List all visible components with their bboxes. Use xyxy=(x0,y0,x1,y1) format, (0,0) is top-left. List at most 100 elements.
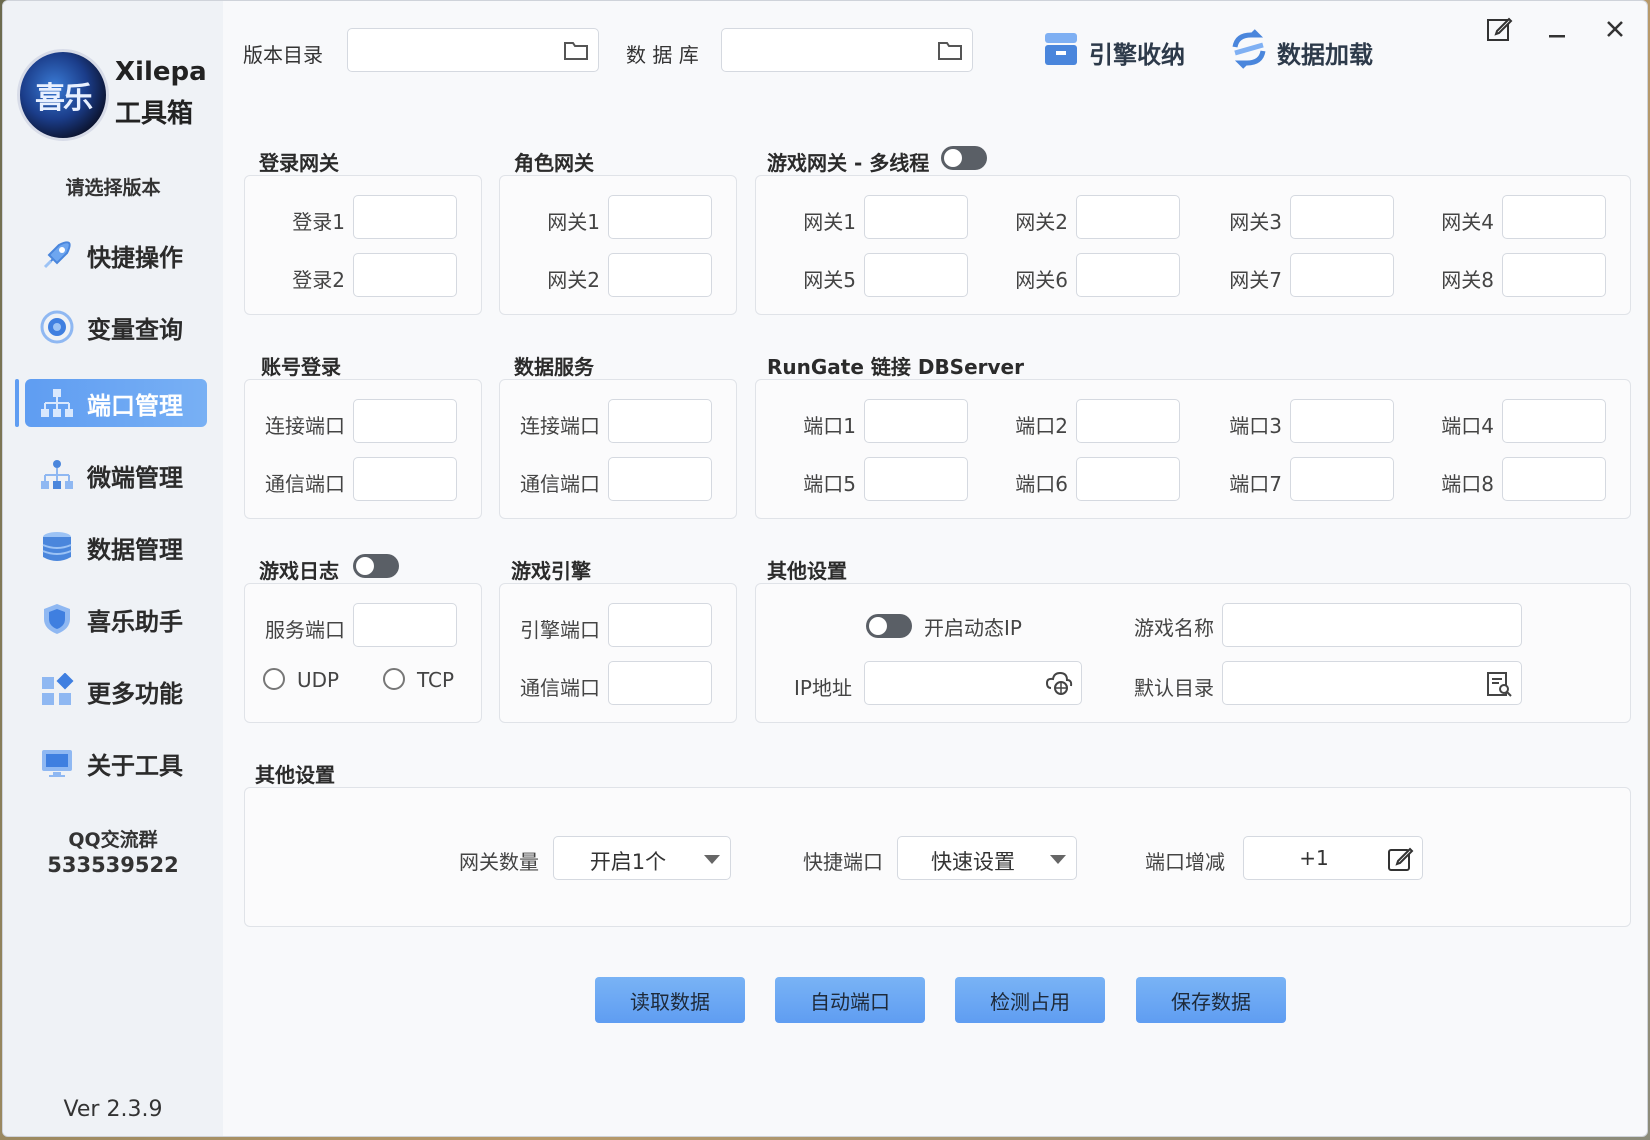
data-service-panel: 连接端口 通信端口 xyxy=(499,379,737,519)
game-gateway-input-1[interactable] xyxy=(864,195,968,239)
auto-port-button[interactable]: 自动端口 xyxy=(775,977,925,1023)
tcp-radio[interactable] xyxy=(383,668,405,690)
rungate-port-input-3[interactable] xyxy=(1290,399,1394,443)
login2-input[interactable] xyxy=(353,253,457,297)
game-gateway-input-2[interactable] xyxy=(1076,195,1180,239)
game-gateway-input-4[interactable] xyxy=(1502,195,1606,239)
cloud-globe-icon[interactable] xyxy=(1045,670,1073,696)
sidebar-item-label: 关于工具 xyxy=(87,751,183,780)
close-icon[interactable] xyxy=(1597,11,1633,47)
game-log-title: 游戏日志 xyxy=(259,559,339,583)
game-engine-title: 游戏引擎 xyxy=(511,559,591,583)
sidebar-item-quick-ops[interactable]: 快捷操作 xyxy=(25,231,207,279)
rungate-port-input-8[interactable] xyxy=(1502,457,1606,501)
engine-port-label: 引擎端口 xyxy=(520,618,600,642)
rungate-port-input-7[interactable] xyxy=(1290,457,1394,501)
acct-connect-port-input[interactable] xyxy=(353,399,457,443)
login1-input[interactable] xyxy=(353,195,457,239)
engine-store-button[interactable]: 引擎收纳 xyxy=(1041,29,1185,75)
udp-radio[interactable] xyxy=(263,668,285,690)
edit-icon[interactable] xyxy=(1481,11,1517,47)
service-port-label: 服务端口 xyxy=(265,618,345,642)
service-port-input[interactable] xyxy=(353,603,457,647)
shield-icon xyxy=(37,599,77,639)
login2-label: 登录2 xyxy=(292,268,345,292)
login1-label: 登录1 xyxy=(292,210,345,234)
sidebar-item-label: 微端管理 xyxy=(87,463,183,492)
sidebar-item-data-management[interactable]: 数据管理 xyxy=(25,523,207,571)
ds-comm-port-label: 通信端口 xyxy=(520,472,600,496)
network-icon xyxy=(37,383,77,423)
game-gateway-input-6[interactable] xyxy=(1076,253,1180,297)
app-logo: 喜乐 xyxy=(17,49,109,141)
refresh-icon xyxy=(1229,29,1269,75)
monitor-icon xyxy=(37,743,77,783)
game-gateway-input-8[interactable] xyxy=(1502,253,1606,297)
read-data-button[interactable]: 读取数据 xyxy=(595,977,745,1023)
database-input[interactable] xyxy=(721,28,973,72)
game-gateway-label-5: 网关5 xyxy=(803,268,856,292)
sidebar-item-more-features[interactable]: 更多功能 xyxy=(25,667,207,715)
role-gw2-input[interactable] xyxy=(608,253,712,297)
multithread-toggle[interactable] xyxy=(941,146,987,170)
version-selector[interactable]: 请选择版本 xyxy=(3,173,223,200)
sidebar-item-assistant[interactable]: 喜乐助手 xyxy=(25,595,207,643)
ds-connect-port-input[interactable] xyxy=(608,399,712,443)
sidebar-item-port-management[interactable]: 端口管理 xyxy=(25,379,207,427)
sidebar-item-variable-query[interactable]: 变量查询 xyxy=(25,303,207,351)
sidebar: 喜乐 Xilepa 工具箱 请选择版本 快捷操作 变量查询 端口管理 微端管理 … xyxy=(3,1,223,1136)
apps-icon xyxy=(37,671,77,711)
engine-port-input[interactable] xyxy=(608,603,712,647)
quick-port-select[interactable]: 快速设置 xyxy=(897,836,1077,880)
active-indicator xyxy=(15,379,19,427)
default-dir-input[interactable] xyxy=(1222,661,1522,705)
check-usage-button[interactable]: 检测占用 xyxy=(955,977,1105,1023)
other-settings2-panel: 网关数量 开启1个 快捷端口 快速设置 端口增减 +1 xyxy=(244,787,1631,927)
version-dir-input[interactable] xyxy=(347,28,599,72)
gateway-count-select[interactable]: 开启1个 xyxy=(553,836,731,880)
port-step-label: 端口增减 xyxy=(1145,850,1225,874)
game-name-input[interactable] xyxy=(1222,603,1522,647)
engine-store-label: 引擎收纳 xyxy=(1089,40,1185,69)
other-settings-title: 其他设置 xyxy=(767,559,847,583)
database-label: 数 据 库 xyxy=(626,43,699,67)
engine-comm-port-input[interactable] xyxy=(608,661,712,705)
brand-subtitle: 工具箱 xyxy=(115,99,194,129)
dynamic-ip-toggle[interactable] xyxy=(866,614,912,638)
udp-label: UDP xyxy=(297,668,340,692)
game-gateway-input-3[interactable] xyxy=(1290,195,1394,239)
other-settings2-title: 其他设置 xyxy=(255,763,335,787)
data-service-title: 数据服务 xyxy=(514,355,594,379)
account-login-panel: 连接端口 通信端口 xyxy=(244,379,482,519)
rungate-port-input-1[interactable] xyxy=(864,399,968,443)
qq-group-label: QQ交流群 xyxy=(68,829,158,851)
sidebar-item-micro-client[interactable]: 微端管理 xyxy=(25,451,207,499)
quick-port-label: 快捷端口 xyxy=(803,850,883,874)
document-search-icon[interactable] xyxy=(1485,670,1513,697)
rungate-port-input-6[interactable] xyxy=(1076,457,1180,501)
account-login-title: 账号登录 xyxy=(261,355,341,379)
data-load-button[interactable]: 数据加载 xyxy=(1229,29,1373,75)
sidebar-item-about[interactable]: 关于工具 xyxy=(25,739,207,787)
ds-comm-port-input[interactable] xyxy=(608,457,712,501)
role-gateway-title: 角色网关 xyxy=(514,151,594,175)
rungate-port-input-5[interactable] xyxy=(864,457,968,501)
default-dir-label: 默认目录 xyxy=(1134,676,1214,700)
game-gateway-input-7[interactable] xyxy=(1290,253,1394,297)
role-gw1-input[interactable] xyxy=(608,195,712,239)
folder-icon[interactable] xyxy=(936,37,964,63)
game-gateway-input-5[interactable] xyxy=(864,253,968,297)
edit-icon[interactable] xyxy=(1386,845,1414,871)
folder-icon[interactable] xyxy=(562,37,590,63)
rungate-port-input-4[interactable] xyxy=(1502,399,1606,443)
rungate-port-input-2[interactable] xyxy=(1076,399,1180,443)
rungate-port-label-8: 端口8 xyxy=(1441,472,1494,496)
minimize-icon[interactable] xyxy=(1539,11,1575,47)
game-log-toggle[interactable] xyxy=(353,554,399,578)
port-step-input[interactable]: +1 xyxy=(1243,836,1423,880)
ip-address-input[interactable] xyxy=(864,661,1082,705)
game-gateway-label-2: 网关2 xyxy=(1015,210,1068,234)
save-data-button[interactable]: 保存数据 xyxy=(1136,977,1286,1023)
acct-comm-port-input[interactable] xyxy=(353,457,457,501)
game-gateway-label-7: 网关7 xyxy=(1229,268,1282,292)
